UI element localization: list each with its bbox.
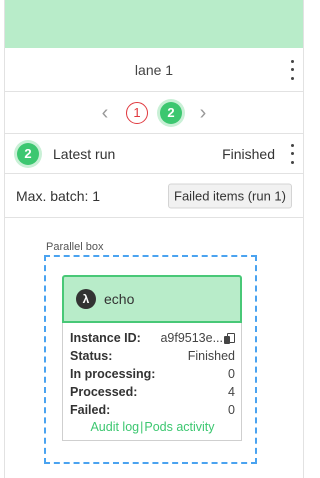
latest-run-status: Finished: [222, 145, 275, 162]
run-menu-icon[interactable]: [287, 143, 297, 164]
parallel-box: λ echo Instance ID: a9f9513e... Status: …: [44, 255, 257, 464]
in-processing-row: In processing: 0: [70, 365, 235, 383]
instance-id-row: Instance ID: a9f9513e...: [70, 329, 235, 347]
max-batch-label: Max. batch: 1: [16, 187, 101, 204]
parallel-box-label: Parallel box: [46, 241, 104, 253]
step-card: λ echo Instance ID: a9f9513e... Status: …: [62, 275, 242, 441]
failed-items-button[interactable]: Failed items (run 1): [168, 183, 292, 208]
audit-log-link[interactable]: Audit log: [90, 420, 139, 434]
lane-menu-icon[interactable]: [287, 59, 297, 80]
field-key: Instance ID:: [70, 331, 141, 345]
status-value: Finished: [187, 349, 235, 363]
field-key: In processing:: [70, 367, 156, 381]
field-key: Processed:: [70, 385, 138, 399]
lane-header-bar: [5, 0, 303, 48]
pods-activity-link[interactable]: Pods activity: [144, 420, 214, 434]
step-links: Audit log|Pods activity: [70, 420, 235, 434]
chevron-right-icon[interactable]: ›: [194, 103, 212, 123]
step-title: echo: [104, 291, 135, 307]
failed-row: Failed: 0: [70, 401, 235, 419]
step-card-header[interactable]: λ echo: [62, 275, 242, 323]
link-separator: |: [140, 420, 144, 434]
failed-value: 0: [228, 403, 235, 417]
processed-value: 4: [228, 385, 235, 399]
status-row: Status: Finished: [70, 347, 235, 365]
lane-title: lane 1: [134, 61, 174, 78]
latest-run-badge: 2: [17, 142, 39, 165]
run-1-button[interactable]: 1: [126, 101, 148, 124]
processed-row: Processed: 4: [70, 383, 235, 401]
field-key: Failed:: [70, 403, 111, 417]
run-2-button[interactable]: 2: [160, 101, 182, 124]
latest-run-row: 2 Latest run Finished: [5, 134, 303, 174]
step-details: Instance ID: a9f9513e... Status: Finishe…: [62, 323, 242, 441]
latest-run-label: Latest run: [53, 145, 116, 162]
chevron-left-icon[interactable]: ‹: [96, 103, 114, 123]
in-processing-value: 0: [228, 367, 235, 381]
batch-row: Max. batch: 1 Failed items (run 1): [5, 174, 303, 218]
copy-icon[interactable]: [224, 333, 235, 344]
lambda-icon: λ: [76, 289, 96, 309]
lane-title-row: lane 1: [5, 48, 303, 92]
run-pager: ‹ 1 2 ›: [5, 92, 303, 134]
instance-id-value: a9f9513e...: [160, 331, 223, 345]
field-key: Status:: [70, 349, 113, 363]
